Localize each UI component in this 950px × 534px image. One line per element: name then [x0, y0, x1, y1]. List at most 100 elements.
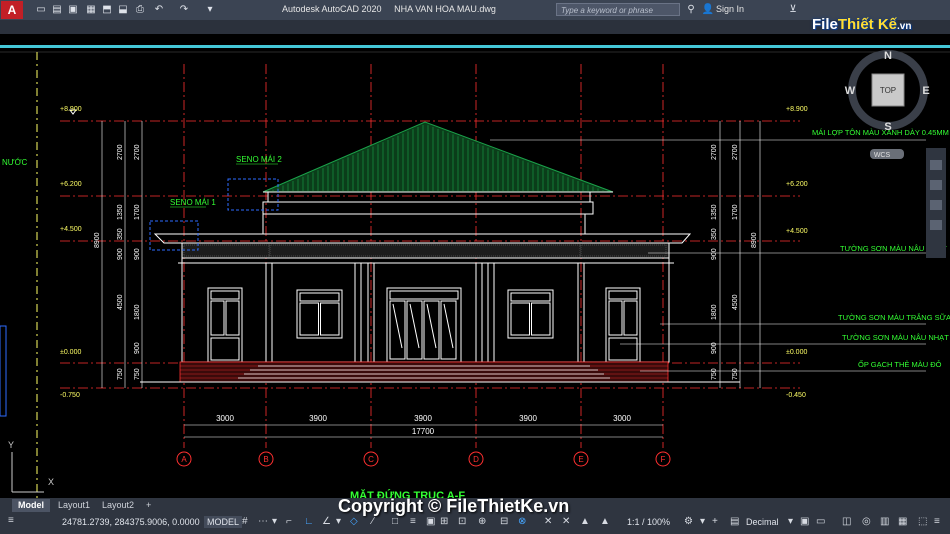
axis-label-d: D [473, 455, 479, 464]
binoculars-icon[interactable]: ⚲ [684, 3, 698, 17]
tab-model[interactable]: Model [12, 499, 50, 512]
selection-filter-icon[interactable]: ⊟ [500, 516, 508, 527]
annotation-scale-icon[interactable]: ▲ [580, 516, 590, 527]
workspace-icon[interactable]: ▲ [600, 516, 610, 527]
level-left-1: +8.900 [60, 106, 82, 113]
dim-right-a7: 750 [711, 368, 718, 380]
autocad-logo-icon[interactable]: A [1, 1, 23, 19]
grid-icon[interactable]: # [242, 516, 248, 527]
lock-ui-icon[interactable]: ▣ [800, 516, 809, 527]
left-edge-label: NƯỚC [2, 158, 27, 167]
clean-screen-icon[interactable]: ◎ [862, 516, 871, 527]
drawing-canvas[interactable]: +8.900 +6.200 +4.500 ±0.000 -0.750 +8.90… [0, 48, 950, 498]
window-title: Autodesk AutoCAD 2020 NHA VAN HOA MAU.dw… [282, 4, 496, 14]
ortho-icon[interactable]: ∟ [304, 516, 314, 527]
hardware-accel-icon[interactable]: ◫ [842, 516, 851, 527]
save-icon[interactable]: ▣ [66, 3, 80, 17]
isodraft-icon[interactable]: ◇ [350, 516, 358, 527]
menu-icon[interactable]: ≡ [8, 515, 14, 526]
add-icon[interactable]: + [712, 516, 718, 527]
brick-plinth [179, 361, 669, 383]
redo-icon[interactable]: ↷ [177, 3, 191, 17]
osnap-track-icon[interactable]: ∕ [372, 516, 374, 527]
isolate-icon[interactable]: ▭ [816, 516, 825, 527]
axis-label-a: A [181, 455, 187, 464]
gizmo-icon[interactable]: ⊗ [518, 516, 526, 527]
viewcube[interactable]: TOP N S W E WCS [845, 50, 930, 159]
polar-menu-icon[interactable]: ▾ [336, 516, 341, 527]
3d-osnap-icon[interactable]: ⊡ [458, 516, 466, 527]
seno-label-1: SENO MÁI 1 [170, 198, 216, 207]
note-brick: ỐP GẠCH THẺ MÀU ĐỎ [858, 359, 942, 369]
level-left-2: +6.200 [60, 181, 82, 188]
selection-cycling-icon[interactable]: ⊞ [440, 516, 448, 527]
customize-icon[interactable]: ▦ [898, 516, 907, 527]
units-icon[interactable]: ▤ [730, 516, 739, 527]
dim-left-a4: 900 [117, 248, 124, 260]
osnap-icon[interactable]: □ [392, 516, 398, 527]
cart-icon[interactable]: ⊻ [786, 3, 800, 17]
annotation-visibility-icon[interactable]: ✕ [544, 516, 552, 527]
dim-left-b5: 750 [134, 368, 141, 380]
tab-layout2[interactable]: Layout2 [96, 499, 140, 512]
add-layout-button[interactable]: + [140, 499, 157, 512]
plot-icon[interactable]: ⎙ [133, 3, 147, 17]
level-right-2: +6.200 [786, 181, 808, 188]
dim-right-a3: 350 [711, 228, 718, 240]
gear-icon[interactable]: ⚙ [684, 516, 693, 527]
dim-left-a8: 750 [117, 368, 124, 380]
dim-right-b2: 1700 [732, 204, 739, 220]
auto-scale-icon[interactable]: ✕ [562, 516, 570, 527]
ribbon-strip [0, 20, 950, 34]
infer-icon[interactable]: ⌐ [286, 516, 292, 527]
axis-label-f: F [661, 455, 666, 464]
qat-menu-icon[interactable]: ▾ [203, 3, 217, 17]
snap-menu-icon[interactable]: ▾ [272, 516, 277, 527]
lineweight-icon[interactable]: ≡ [410, 516, 416, 527]
svg-text:Y: Y [8, 440, 14, 450]
save-web-icon[interactable]: ⬓ [116, 3, 130, 17]
graphics-icon[interactable]: ▥ [880, 516, 889, 527]
compass-north: N [884, 50, 892, 62]
coordinates-readout[interactable]: 24781.2739, 284375.9006, 0.0000 [62, 517, 200, 527]
polar-icon[interactable]: ∠ [322, 516, 331, 527]
dim-right-a4: 900 [711, 248, 718, 260]
level-left-5: -0.750 [60, 392, 80, 399]
statusbar-menu-icon[interactable]: ≡ [934, 516, 940, 527]
snap-icon[interactable]: ⋯ [258, 516, 268, 527]
undo-icon[interactable]: ↶ [152, 3, 166, 17]
bay-dim-3: 3900 [414, 414, 432, 423]
filethietke-logo: FileThiết Kế.vn [812, 16, 912, 33]
compass-west: W [845, 85, 856, 97]
level-right-3: +4.500 [786, 228, 808, 235]
bay-dim-1: 3000 [216, 414, 234, 423]
dim-left-a5: 4500 [117, 294, 124, 310]
user-icon[interactable]: 👤 [701, 3, 715, 17]
open-icon[interactable]: ▤ [50, 3, 64, 17]
new-icon[interactable]: ▭ [34, 3, 48, 17]
save-as-icon[interactable]: ▦ [84, 3, 98, 17]
open-web-icon[interactable]: ⬒ [100, 3, 114, 17]
navigation-bar[interactable] [926, 148, 946, 258]
dynamic-ucs-icon[interactable]: ⊕ [478, 516, 486, 527]
compass-south: S [884, 121, 891, 133]
dim-left-a7: 900 [134, 342, 141, 354]
seno-label-2: SENO MÁI 2 [236, 155, 282, 164]
level-right-1: +8.900 [786, 106, 808, 113]
sign-in-link[interactable]: Sign In [716, 4, 744, 14]
gear-menu-icon[interactable]: ▾ [700, 516, 705, 527]
annotation-scale-dropdown[interactable]: 1:1 / 100% [627, 517, 670, 527]
viewcube-face: TOP [880, 86, 896, 95]
search-input[interactable]: Type a keyword or phrase [556, 3, 680, 16]
transparency-icon[interactable]: ▣ [426, 516, 435, 527]
dim-left-b2: 1700 [134, 204, 141, 220]
model-space-button[interactable]: MODEL [204, 516, 243, 528]
compass-east: E [922, 85, 929, 97]
fullscreen-icon[interactable]: ⬚ [918, 516, 927, 527]
dim-outer-left: 8900 [94, 232, 101, 248]
tab-layout1[interactable]: Layout1 [52, 499, 96, 512]
bay-dim-2: 3900 [309, 414, 327, 423]
units-dropdown[interactable]: Decimal [746, 517, 779, 527]
axis-label-e: E [578, 455, 583, 464]
quick-properties-icon[interactable]: ▾ [788, 516, 793, 527]
